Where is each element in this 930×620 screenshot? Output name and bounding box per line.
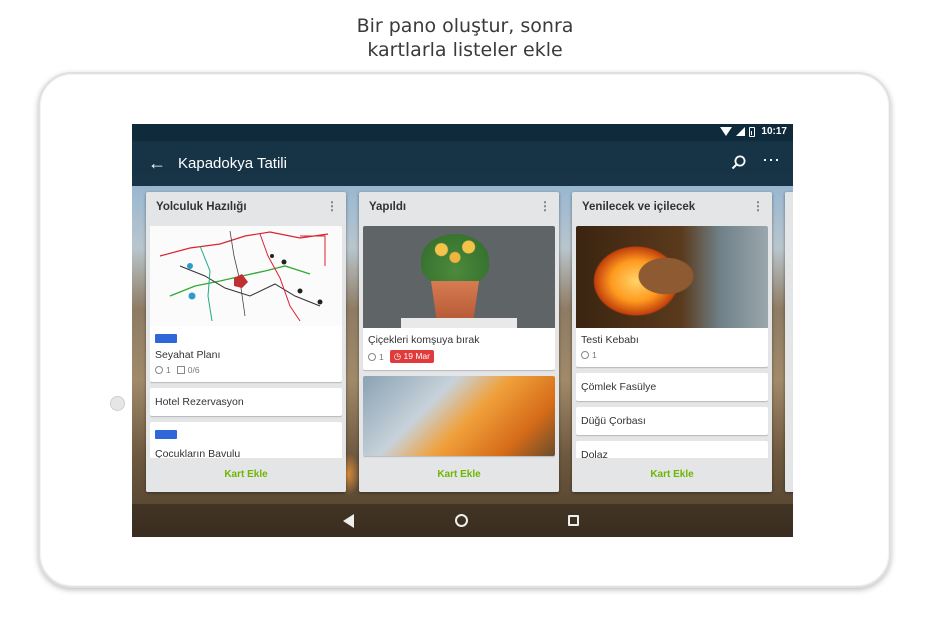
list-header: Yolculuk Hazılığı ⋮ (146, 192, 346, 222)
battery-icon (749, 126, 756, 137)
attachment-icon (579, 349, 591, 361)
list-title: Yapıldı (369, 201, 407, 213)
list-menu-icon[interactable]: ⋮ (752, 199, 764, 213)
device-screen: 10:17 ← Kapadokya Tatili ⋯ Yolculuk Hazı… (132, 124, 793, 537)
card-oil-image[interactable] (363, 376, 555, 456)
status-bar: 10:17 (132, 124, 793, 141)
app-bar: ← Kapadokya Tatili ⋯ (132, 141, 793, 186)
card-title: Çömlek Fasülye (581, 381, 657, 393)
card-dolaz[interactable]: Dolaz (576, 441, 768, 458)
card-testi-kebabi[interactable]: Testi Kebabı 1 (576, 226, 768, 367)
checklist-icon (176, 366, 185, 374)
card-title: Düğü Çorbası (581, 415, 646, 427)
nav-back-icon[interactable] (343, 514, 354, 528)
list-yapildi: Yapıldı ⋮ Çiçekleri komşuya bırak 1 ◷ 19… (359, 192, 559, 492)
card-title: Seyahat Planı (155, 349, 221, 361)
map-drawing (150, 226, 342, 326)
android-nav-bar (132, 504, 793, 537)
list-menu-icon[interactable]: ⋮ (326, 199, 338, 213)
back-arrow-icon[interactable]: ← (148, 152, 166, 174)
attachment-badge: 1 (366, 350, 384, 363)
search-icon[interactable] (730, 154, 748, 172)
card-title: Dolaz (581, 449, 608, 458)
card-title: Çocukların Bavulu (155, 448, 241, 458)
card-title: Hotel Rezervasyon (155, 396, 244, 408)
status-time: 10:17 (761, 126, 787, 137)
testi-kebab-image (576, 226, 768, 328)
add-card-button[interactable]: Kart Ekle (572, 458, 772, 492)
list-yenilecek: Yenilecek ve içilecek ⋮ Testi Kebabı 1 Ç… (572, 192, 772, 492)
card-title: Çiçekleri komşuya bırak (368, 334, 480, 346)
attachment-badge: 1 (579, 349, 597, 361)
card-container: Seyahat Planı 1 0/6 Hotel Rezervasyon Ço… (150, 226, 342, 458)
oil-can-image (363, 376, 555, 456)
list-partial (785, 192, 793, 492)
wifi-icon (720, 127, 733, 136)
card-hotel-rezervasyon[interactable]: Hotel Rezervasyon (150, 388, 342, 416)
card-label-blue (155, 430, 177, 439)
flower-pot-image (363, 226, 555, 328)
card-cocuklarin-bavulu[interactable]: Çocukların Bavulu (150, 422, 342, 458)
more-vert-icon[interactable]: ⋯ (762, 150, 781, 170)
list-title: Yolculuk Hazılığı (156, 201, 247, 213)
headline: Bir pano oluştur, sonra kartlarla listel… (0, 14, 930, 62)
plant-shape (421, 234, 489, 286)
add-card-button[interactable]: Kart Ekle (146, 458, 346, 492)
card-container: Testi Kebabı 1 Çömlek Fasülye Düğü Çorba… (576, 226, 768, 458)
card-comlek-fasulye[interactable]: Çömlek Fasülye (576, 373, 768, 401)
attachment-badge: 1 (153, 364, 171, 376)
headline-line-1: Bir pano oluştur, sonra (356, 15, 574, 37)
card-dugu-corbasi[interactable]: Düğü Çorbası (576, 407, 768, 435)
add-card-button[interactable]: Kart Ekle (359, 458, 559, 492)
attachment-icon (153, 364, 165, 376)
list-title: Yenilecek ve içilecek (582, 201, 696, 213)
map-image (150, 226, 342, 326)
card-cicekleri-komsuya[interactable]: Çiçekleri komşuya bırak 1 ◷ 19 Mar (363, 226, 555, 370)
card-badges: 1 0/6 (150, 364, 342, 382)
list-yolculuk: Yolculuk Hazılığı ⋮ Seyahat Planı 1 0/6 … (146, 192, 346, 492)
pot-shape (431, 281, 479, 321)
signal-icon (736, 127, 746, 136)
attachment-icon (366, 350, 378, 363)
due-date-badge: ◷ 19 Mar (389, 350, 434, 363)
list-header: Yenilecek ve içilecek ⋮ (572, 192, 772, 222)
board-title: Kapadokya Tatili (178, 155, 287, 172)
headline-line-2: kartlarla listeler ekle (367, 39, 563, 61)
card-seyahat-plani[interactable]: Seyahat Planı 1 0/6 (150, 226, 342, 382)
card-badges: 1 (576, 349, 768, 367)
tablet-camera (110, 396, 125, 411)
card-label-blue (155, 334, 177, 343)
card-badges: 1 ◷ 19 Mar (363, 350, 555, 370)
card-container: Çiçekleri komşuya bırak 1 ◷ 19 Mar (363, 226, 555, 458)
clock-icon: ◷ (393, 351, 404, 361)
list-menu-icon[interactable]: ⋮ (539, 199, 551, 213)
nav-recents-icon[interactable] (568, 515, 579, 526)
card-title: Testi Kebabı (581, 334, 639, 346)
nav-home-icon[interactable] (455, 514, 468, 527)
table-shape (401, 318, 517, 328)
list-header: Yapıldı ⋮ (359, 192, 559, 222)
checklist-badge: 0/6 (176, 365, 200, 375)
